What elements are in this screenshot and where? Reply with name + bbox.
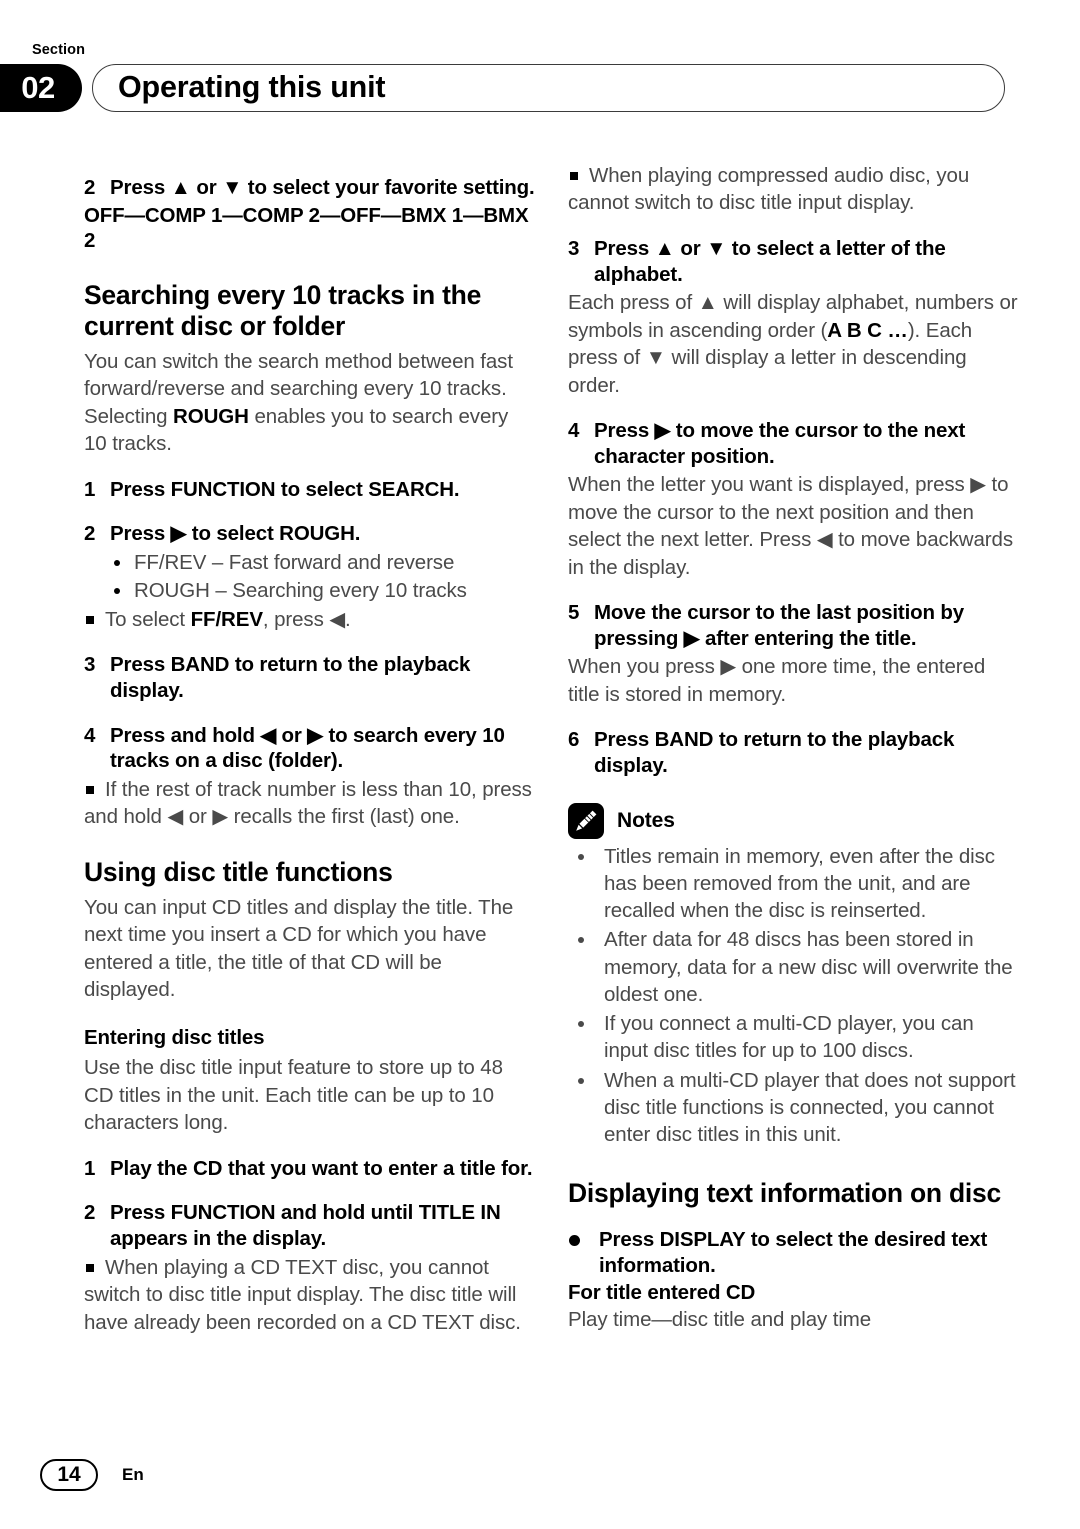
option-desc: – Searching every 10 tracks bbox=[209, 579, 467, 603]
note-text: When playing a CD TEXT disc, you cannot … bbox=[84, 1255, 521, 1334]
step-select-letter: 3 Press ▲ or ▼ to select a letter of the … bbox=[568, 236, 1020, 287]
step-number: 2 bbox=[84, 176, 96, 199]
heading-displaying-text-information: Displaying text information on disc bbox=[568, 1178, 1001, 1209]
heading-using-disc-title-functions: Using disc title functions bbox=[84, 856, 393, 887]
step-press-hold-search: 4 Press and hold ◀ or ▶ to search every 1… bbox=[84, 723, 536, 774]
step-press-right-rough: 2 Press ▶ to select ROUGH. bbox=[84, 521, 536, 547]
option-term: ROUGH bbox=[134, 579, 210, 603]
square-bullet-icon bbox=[86, 785, 94, 794]
step-text: Press BAND to return to the playback dis… bbox=[594, 728, 955, 777]
step-number: 5 bbox=[568, 601, 580, 625]
section-label: Section bbox=[32, 42, 86, 58]
square-bullet-icon bbox=[570, 172, 578, 180]
page-footer: 14 En bbox=[40, 1459, 144, 1491]
square-bullet-icon bbox=[86, 615, 94, 624]
note-text-b: , press ◀. bbox=[262, 607, 351, 631]
step-text: Press FUNCTION and hold until TITLE IN a… bbox=[110, 1201, 501, 1250]
note-text-a: To select bbox=[105, 607, 191, 631]
section-number-badge: 02 bbox=[0, 64, 82, 112]
step4-body: When the letter you want is displayed, p… bbox=[568, 473, 1013, 579]
option-desc: – Fast forward and reverse bbox=[206, 551, 455, 574]
step-number: 4 bbox=[84, 723, 96, 747]
list-item: FF/REV – Fast forward and reverse bbox=[110, 549, 536, 576]
step-text: Press and hold ◀ or ▶ to search every 10… bbox=[110, 723, 505, 773]
step-number: 3 bbox=[84, 653, 96, 677]
step-press-band-playback-2: 6 Press BAND to return to the playback di… bbox=[568, 727, 1020, 778]
step-press-function-search: 1 Press FUNCTION to select SEARCH. bbox=[84, 477, 536, 503]
step-text: Press ▶ to move the cursor to the next c… bbox=[594, 419, 966, 468]
square-bullet-icon bbox=[86, 1263, 94, 1272]
step-press-display: Press DISPLAY to select the desired text… bbox=[568, 1227, 1020, 1278]
step-number: 6 bbox=[568, 728, 580, 752]
step-number: 3 bbox=[568, 236, 580, 260]
setting-values: OFF—COMP 1—COMP 2—OFF—BMX 1—BMX 2 bbox=[84, 203, 529, 253]
note-text-bold: FF/REV bbox=[190, 607, 263, 631]
page-number: 14 bbox=[40, 1459, 98, 1491]
pencil-icon bbox=[568, 802, 604, 839]
entering-disc-titles-intro: Use the disc title input feature to stor… bbox=[84, 1056, 503, 1135]
step-number: 1 bbox=[84, 477, 96, 501]
note-cd-text-disc: When playing a CD TEXT disc, you cannot … bbox=[84, 1254, 536, 1336]
note-compressed-audio: When playing compressed audio disc, you … bbox=[568, 162, 1020, 217]
display-section-body: Play time—disc title and play time bbox=[568, 1308, 872, 1332]
step-text: Move the cursor to the last position by … bbox=[594, 601, 965, 650]
subhead-for-title-entered-cd: For title entered CD bbox=[568, 1280, 756, 1304]
step5-body: When you press ▶ one more time, the ente… bbox=[568, 655, 986, 706]
page-header: Section 02 Operating this unit bbox=[0, 0, 1080, 140]
page-title: Operating this unit bbox=[118, 70, 386, 104]
step-text: Press FUNCTION to select SEARCH. bbox=[110, 477, 460, 501]
list-item: When a multi-CD player that does not sup… bbox=[574, 1067, 1020, 1149]
language-code: En bbox=[122, 1465, 144, 1484]
step-press-function-title-in: 2 Press FUNCTION and hold until TITLE IN … bbox=[84, 1200, 536, 1251]
step-text: Press ▲ or ▼ to select your favorite set… bbox=[110, 176, 535, 199]
note-text: If the rest of track number is less than… bbox=[84, 777, 532, 829]
step-number: 4 bbox=[568, 419, 580, 443]
note-text: When playing compressed audio disc, you … bbox=[568, 164, 970, 215]
step-move-cursor-last: 5 Move the cursor to the last position by… bbox=[568, 600, 1020, 651]
step-press-band-playback: 3 Press BAND to return to the playback di… bbox=[84, 652, 536, 703]
step-text: Press ▶ to select ROUGH. bbox=[110, 522, 361, 546]
step-text: Play the CD that you want to enter a tit… bbox=[110, 1156, 533, 1180]
right-column: When playing compressed audio disc, you … bbox=[568, 158, 1020, 1336]
list-item: ROUGH – Searching every 10 tracks bbox=[110, 577, 536, 604]
step-move-cursor-next: 4 Press ▶ to move the cursor to the next … bbox=[568, 418, 1020, 469]
step-favorite-setting: 2 Press ▲ or ▼ to select your favorite se… bbox=[84, 175, 536, 201]
step3-body-bold: A B C … bbox=[827, 318, 908, 342]
option-term: FF/REV bbox=[134, 551, 207, 574]
step-play-cd: 1 Play the CD that you want to enter a ti… bbox=[84, 1156, 536, 1182]
list-item: If you connect a multi-CD player, you ca… bbox=[574, 1010, 1020, 1065]
note-rest-of-track: If the rest of track number is less than… bbox=[84, 776, 536, 831]
list-item: Titles remain in memory, even after the … bbox=[574, 843, 1020, 925]
step-number: 2 bbox=[84, 1201, 96, 1225]
notes-header: Notes bbox=[568, 802, 1020, 839]
subheading-entering-disc-titles: Entering disc titles bbox=[84, 1025, 265, 1049]
search-mode-options: FF/REV – Fast forward and reverse ROUGH … bbox=[84, 549, 536, 605]
step-number: 1 bbox=[84, 1156, 96, 1180]
list-item: After data for 48 discs has been stored … bbox=[574, 926, 1020, 1008]
notes-list: Titles remain in memory, even after the … bbox=[568, 843, 1020, 1149]
step-text: Press ▲ or ▼ to select a letter of the a… bbox=[594, 236, 946, 286]
note-select-ffrev: To select FF/REV, press ◀. bbox=[84, 606, 536, 633]
disc-title-intro: You can input CD titles and display the … bbox=[84, 895, 514, 1002]
notes-title: Notes bbox=[617, 808, 675, 832]
step-number: 2 bbox=[84, 522, 96, 546]
left-column: 2 Press ▲ or ▼ to select your favorite se… bbox=[84, 158, 536, 1336]
heading-searching-every-10-tracks: Searching every 10 tracks in the current… bbox=[84, 279, 482, 341]
search-intro-paragraph: You can switch the search method between… bbox=[84, 348, 536, 458]
search-intro-bold: ROUGH bbox=[173, 404, 249, 428]
step-text: Press BAND to return to the playback dis… bbox=[110, 653, 471, 703]
step3-body: Each press of ▲ will display alphabet, n… bbox=[568, 289, 1020, 399]
